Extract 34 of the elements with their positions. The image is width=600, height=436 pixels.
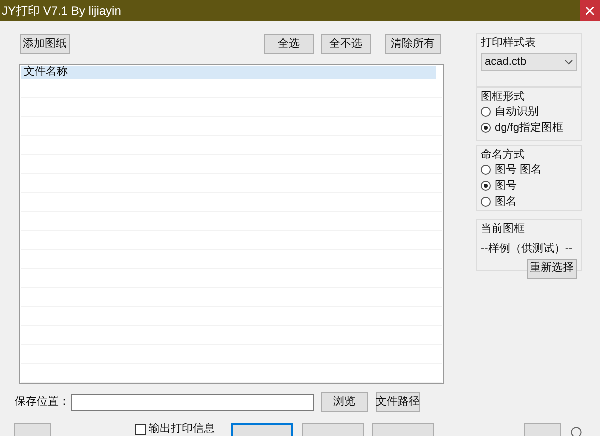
radio-button[interactable] xyxy=(481,197,491,207)
list-header: 文件名称 xyxy=(21,66,436,79)
radio-label: 图号 图名 xyxy=(495,162,542,178)
close-icon xyxy=(586,6,594,14)
close-button[interactable] xyxy=(580,0,600,21)
add-drawing-button[interactable]: 添加图纸 xyxy=(20,34,70,54)
file-path-button[interactable]: 文件路径 xyxy=(376,392,420,412)
browse-button[interactable]: 浏览 xyxy=(321,392,368,412)
save-location-label: 保存位置： xyxy=(15,394,71,410)
save-location-field[interactable] xyxy=(71,394,314,410)
checkbox-label: 输出打印信息 xyxy=(149,423,215,435)
file-list[interactable]: 文件名称 xyxy=(19,64,444,384)
radio-label: dg/fg指定图框 xyxy=(495,120,564,136)
select-none-button[interactable]: 全不选 xyxy=(321,34,371,54)
reselect-button[interactable]: 重新选择 xyxy=(527,258,577,278)
group-title: 打印样式表 xyxy=(481,36,537,50)
select-all-button[interactable]: 全选 xyxy=(264,34,314,54)
radio-button[interactable] xyxy=(481,107,491,117)
group-title: 命名方式 xyxy=(481,148,526,162)
window-title: JY打印 V7.1 By lijiayin xyxy=(1,2,122,20)
current-frame-text: --样例（供测试）-- xyxy=(481,242,574,257)
radio-button[interactable] xyxy=(481,123,491,133)
radio-button[interactable] xyxy=(481,165,491,175)
radio-label: 图名 xyxy=(495,194,517,210)
radio-label: 自动识别 xyxy=(495,104,539,120)
group-title: 当前图框 xyxy=(481,222,526,236)
chevron-down-icon xyxy=(565,60,573,64)
checkbox[interactable] xyxy=(135,424,146,435)
dropdown-value: acad.ctb xyxy=(485,54,527,70)
radio-button[interactable] xyxy=(481,181,491,191)
group-title: 图框形式 xyxy=(481,90,526,104)
radio-label: 图号 xyxy=(495,178,517,194)
print-style-dropdown[interactable]: acad.ctb xyxy=(481,53,577,71)
clear-all-button[interactable]: 清除所有 xyxy=(385,34,441,54)
